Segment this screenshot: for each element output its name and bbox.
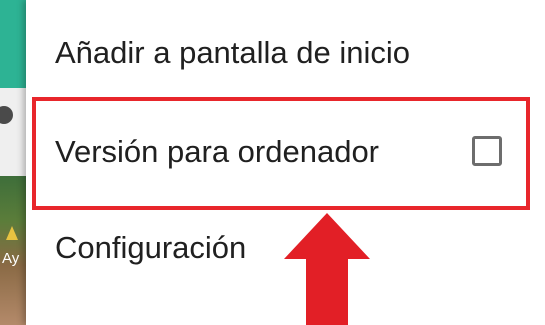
desktop-version-checkbox[interactable] (472, 136, 502, 166)
menu-item-desktop-version[interactable]: Versión para ordenador (26, 96, 545, 212)
menu-item-label: Añadir a pantalla de inicio (55, 35, 411, 70)
background-address-bar (0, 88, 26, 176)
background-logo-icon (6, 226, 18, 240)
background-partial-text: Ay (2, 250, 20, 267)
background-page: Ay (0, 0, 26, 325)
background-header (0, 0, 26, 88)
overflow-menu: Añadir a pantalla de inicio Versión para… (26, 0, 545, 325)
menu-item-label: Versión para ordenador (55, 134, 380, 169)
menu-item-label: Configuración (55, 230, 247, 265)
menu-item-settings[interactable]: Configuración (26, 212, 545, 292)
menu-item-add-to-home-screen[interactable]: Añadir a pantalla de inicio (26, 20, 545, 88)
